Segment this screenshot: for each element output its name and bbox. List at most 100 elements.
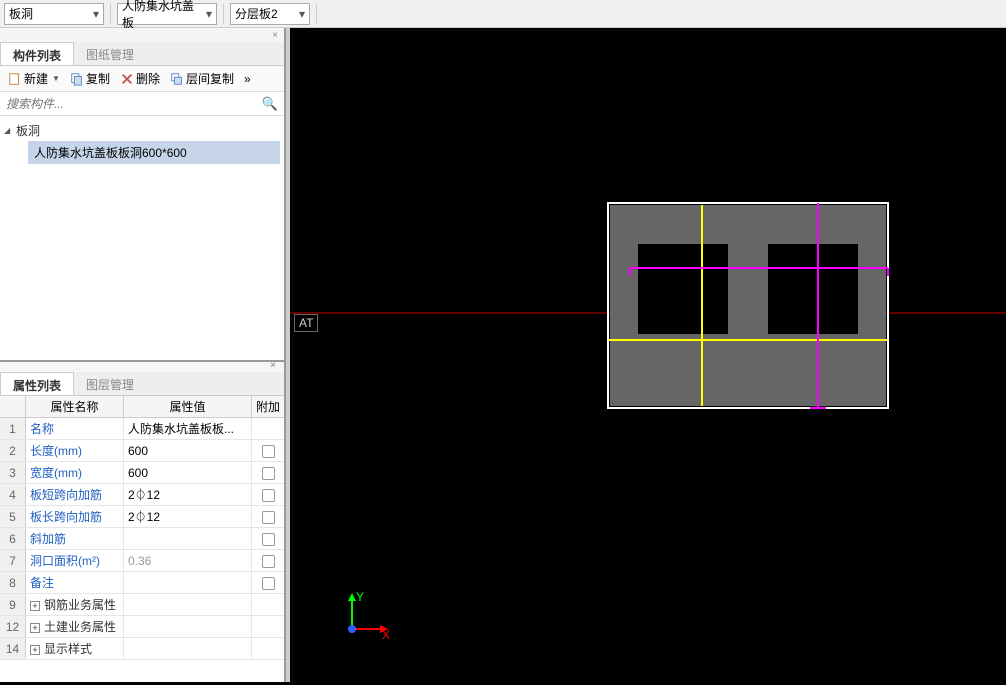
chevron-down-icon: ▼ — [52, 74, 60, 83]
row-extra — [252, 550, 284, 571]
property-row[interactable]: 14+显示样式 — [0, 638, 284, 660]
row-name: 板长跨向加筋 — [26, 506, 124, 527]
row-name-text: 板短跨向加筋 — [30, 488, 102, 502]
axis-x-label: X — [382, 628, 390, 639]
layer-copy-button[interactable]: 层间复制 — [166, 68, 238, 89]
row-num: 4 — [0, 484, 26, 505]
row-value[interactable]: 0.36 — [124, 550, 252, 571]
copy-label: 复制 — [86, 70, 110, 87]
row-name-text: 洞口面积(m²) — [30, 554, 100, 568]
row-name: 名称 — [26, 418, 124, 439]
property-row[interactable]: 4 板短跨向加筋 2⏀12 — [0, 484, 284, 506]
layer-copy-icon — [170, 72, 184, 86]
more-label: » — [244, 72, 251, 86]
property-row[interactable]: 3 宽度(mm) 600 — [0, 462, 284, 484]
row-value[interactable] — [124, 616, 252, 637]
row-value[interactable] — [124, 572, 252, 593]
property-row[interactable]: 9+钢筋业务属性 — [0, 594, 284, 616]
tree-child-node[interactable]: 人防集水坑盖板板洞600*600 — [28, 141, 280, 164]
row-name: 备注 — [26, 572, 124, 593]
extra-checkbox[interactable] — [262, 511, 275, 524]
extra-checkbox[interactable] — [262, 445, 275, 458]
category-dropdown[interactable]: 板洞 ▾ — [4, 3, 104, 25]
row-num: 3 — [0, 462, 26, 483]
tree-caret-icon: ◢ — [4, 126, 16, 135]
property-tabs: 属性列表 图层管理 — [0, 372, 284, 396]
property-panel: × 属性列表 图层管理 属性名称 属性值 附加 1 名称 人防集水坑盖板板...2长… — [0, 360, 286, 682]
layer-dropdown[interactable]: 分层板2 ▾ — [230, 3, 310, 25]
search-input[interactable] — [6, 97, 262, 111]
row-value[interactable] — [124, 528, 252, 549]
extra-checkbox[interactable] — [262, 533, 275, 546]
tab-components[interactable]: 构件列表 — [0, 42, 74, 65]
property-row[interactable]: 12+土建业务属性 — [0, 616, 284, 638]
row-value[interactable]: 2⏀12 — [124, 484, 252, 505]
row-value[interactable] — [124, 638, 252, 659]
row-extra — [252, 484, 284, 505]
component-tree: ◢ 板洞 人防集水坑盖板板洞600*600 — [0, 116, 284, 360]
tree-root-node[interactable]: ◢ 板洞 — [4, 120, 280, 141]
expand-icon[interactable]: + — [30, 601, 40, 611]
more-button[interactable]: » — [240, 70, 255, 88]
row-num: 2 — [0, 440, 26, 461]
tab-drawings[interactable]: 图纸管理 — [74, 42, 146, 65]
tree-child-label: 人防集水坑盖板板洞600*600 — [34, 146, 187, 160]
delete-button[interactable]: 删除 — [116, 68, 164, 89]
row-extra — [252, 528, 284, 549]
tab-layers[interactable]: 图层管理 — [74, 372, 146, 395]
header-num — [0, 396, 26, 417]
close-icon[interactable]: × — [266, 360, 280, 374]
extra-checkbox[interactable] — [262, 555, 275, 568]
divider — [316, 4, 317, 24]
property-row[interactable]: 1 名称 人防集水坑盖板板... — [0, 418, 284, 440]
divider — [223, 4, 224, 24]
row-num: 12 — [0, 616, 26, 637]
viewport[interactable]: AT — [290, 28, 1006, 682]
row-extra — [252, 506, 284, 527]
row-name-text: 宽度(mm) — [30, 466, 82, 480]
row-num: 1 — [0, 418, 26, 439]
row-extra — [252, 440, 284, 461]
row-value[interactable]: 600 — [124, 440, 252, 461]
drawing-canvas[interactable] — [290, 28, 1006, 682]
delete-icon — [120, 72, 134, 86]
extra-checkbox[interactable] — [262, 489, 275, 502]
row-value[interactable]: 2⏀12 — [124, 506, 252, 527]
property-header: 属性名称 属性值 附加 — [0, 396, 284, 418]
subcategory-dropdown[interactable]: 人防集水坑盖板 ▾ — [117, 3, 217, 25]
new-label: 新建 — [24, 70, 48, 87]
row-name: +土建业务属性 — [26, 616, 124, 637]
search-icon[interactable]: 🔍 — [262, 96, 278, 112]
row-value[interactable]: 600 — [124, 462, 252, 483]
extra-checkbox[interactable] — [262, 577, 275, 590]
row-name-text: 板长跨向加筋 — [30, 510, 102, 524]
header-name: 属性名称 — [26, 396, 124, 417]
expand-icon[interactable]: + — [30, 623, 40, 633]
row-num: 8 — [0, 572, 26, 593]
tab-properties[interactable]: 属性列表 — [0, 372, 74, 395]
row-name: 洞口面积(m²) — [26, 550, 124, 571]
extra-checkbox[interactable] — [262, 467, 275, 480]
property-row[interactable]: 6斜加筋 — [0, 528, 284, 550]
property-row[interactable]: 2长度(mm)600 — [0, 440, 284, 462]
row-num: 9 — [0, 594, 26, 615]
copy-button[interactable]: 复制 — [66, 68, 114, 89]
property-row[interactable]: 8 备注 — [0, 572, 284, 594]
row-name-text: 备注 — [30, 576, 54, 590]
row-extra — [252, 572, 284, 593]
close-icon[interactable]: × — [268, 30, 282, 44]
delete-label: 删除 — [136, 70, 160, 87]
new-button[interactable]: 新建 ▼ — [4, 68, 64, 89]
row-value[interactable] — [124, 594, 252, 615]
property-row[interactable]: 5板长跨向加筋2⏀12 — [0, 506, 284, 528]
slab-object[interactable] — [608, 203, 888, 408]
row-name: 宽度(mm) — [26, 462, 124, 483]
row-name-text: 名称 — [30, 422, 54, 436]
top-toolbar: 板洞 ▾ 人防集水坑盖板 ▾ 分层板2 ▾ — [0, 0, 1006, 28]
expand-icon[interactable]: + — [30, 645, 40, 655]
row-extra — [252, 418, 284, 439]
row-value[interactable]: 人防集水坑盖板板... — [124, 418, 252, 439]
chevron-down-icon: ▾ — [299, 7, 305, 21]
property-row[interactable]: 7洞口面积(m²)0.36 — [0, 550, 284, 572]
chevron-down-icon: ▾ — [93, 7, 99, 21]
